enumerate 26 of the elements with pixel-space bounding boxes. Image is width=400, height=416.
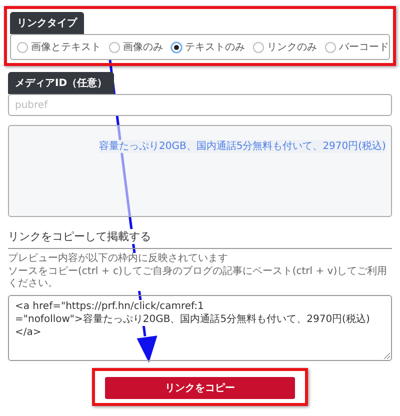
- code-textarea[interactable]: <a href="https://prf.hn/click/camref:1 ="nofollow">容量たっぷり20GB、国内通話5分無料も付いて、2970円(税込) </a>: [8, 294, 392, 360]
- radio-option[interactable]: バーコード: [325, 40, 389, 54]
- code-text: ="nofollow">容量たっぷり20GB、国内通話5分無料も付いて、2970円(税込): [15, 312, 370, 326]
- code-text: <a href="https://prf.hn/click/camref:1: [15, 300, 204, 312]
- field-label: メディアID（任意）: [8, 72, 114, 94]
- radio-label: 画像のみ: [123, 41, 163, 54]
- resize-grip-icon: [383, 352, 390, 358]
- radio-option[interactable]: 画像とテキスト: [17, 40, 101, 54]
- section-heading: リンクをコピーして掲載する: [8, 229, 151, 244]
- media-id-field[interactable]: pubref: [8, 94, 392, 116]
- copy-link-button[interactable]: リンクをコピー: [105, 376, 295, 398]
- field-label: リンクタイプ: [10, 12, 84, 34]
- radio-option[interactable]: 画像のみ: [109, 40, 163, 54]
- radio-label: テキストのみ: [185, 41, 245, 54]
- radio-button[interactable]: [171, 42, 182, 52]
- radio-option[interactable]: リンクのみ: [253, 40, 317, 54]
- radio-button[interactable]: [17, 42, 28, 52]
- description-text: プレビュー内容が以下の枠内に反映されています: [8, 253, 228, 266]
- radio-option[interactable]: テキストのみ: [171, 40, 245, 54]
- radio-button[interactable]: [325, 42, 336, 52]
- radio-label: リンクのみ: [267, 41, 317, 54]
- radio-label: 画像とテキスト: [31, 41, 101, 54]
- radio-button[interactable]: [109, 42, 120, 52]
- radio-label: バーコード: [339, 41, 389, 54]
- code-text: </a>: [15, 326, 42, 338]
- radio-button[interactable]: [253, 42, 264, 52]
